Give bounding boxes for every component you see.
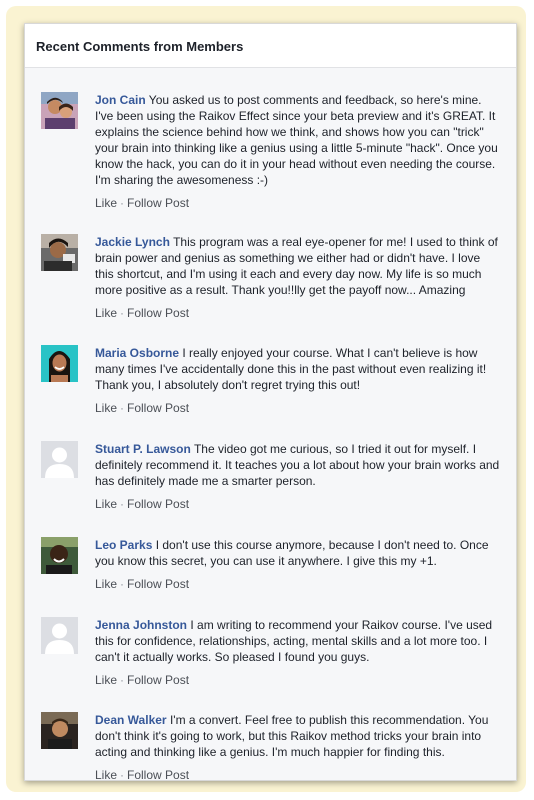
follow-post-link[interactable]: Follow Post bbox=[127, 401, 189, 415]
user-photo-icon bbox=[41, 537, 78, 574]
follow-post-link[interactable]: Follow Post bbox=[127, 768, 189, 780]
like-link[interactable]: Like bbox=[95, 497, 117, 511]
avatar[interactable] bbox=[41, 712, 78, 749]
comment-item: Jackie Lynch This program was a real eye… bbox=[25, 234, 516, 321]
follow-post-link[interactable]: Follow Post bbox=[127, 673, 189, 687]
comment-author[interactable]: Leo Parks bbox=[95, 538, 152, 552]
comment-actions: Like · Follow Post bbox=[95, 496, 500, 512]
action-separator: · bbox=[120, 768, 125, 781]
comment-author[interactable]: Stuart P. Lawson bbox=[95, 442, 191, 456]
user-photo-icon bbox=[41, 712, 78, 749]
comment-item: Leo Parks I don't use this course anymor… bbox=[25, 537, 516, 592]
avatar[interactable] bbox=[41, 537, 78, 574]
comment-item: Dean Walker I'm a convert. Feel free to … bbox=[25, 712, 516, 781]
avatar[interactable] bbox=[41, 441, 78, 478]
follow-post-link[interactable]: Follow Post bbox=[127, 577, 189, 591]
action-separator: · bbox=[120, 577, 125, 591]
avatar[interactable] bbox=[41, 92, 78, 129]
like-link[interactable]: Like bbox=[95, 577, 117, 591]
comment-text: You asked us to post comments and feedba… bbox=[95, 93, 498, 187]
comment-actions: Like · Follow Post bbox=[95, 767, 500, 781]
comment-item: Jon Cain You asked us to post comments a… bbox=[25, 92, 516, 211]
comments-panel: Recent Comments from Members Jon Cain Yo… bbox=[24, 23, 517, 781]
default-avatar-icon bbox=[41, 617, 78, 654]
action-separator: · bbox=[120, 673, 125, 687]
user-photo-icon bbox=[41, 234, 78, 271]
avatar[interactable] bbox=[41, 345, 78, 382]
like-link[interactable]: Like bbox=[95, 768, 117, 780]
user-photo-icon bbox=[41, 345, 78, 382]
comment-actions: Like · Follow Post bbox=[95, 672, 500, 688]
comment-actions: Like · Follow Post bbox=[95, 576, 500, 592]
avatar[interactable] bbox=[41, 617, 78, 654]
like-link[interactable]: Like bbox=[95, 306, 117, 320]
comment-actions: Like · Follow Post bbox=[95, 400, 500, 416]
follow-post-link[interactable]: Follow Post bbox=[127, 306, 189, 320]
comment-author[interactable]: Maria Osborne bbox=[95, 346, 179, 360]
comment-text: I don't use this course anymore, because… bbox=[95, 538, 489, 568]
comment-author[interactable]: Jackie Lynch bbox=[95, 235, 170, 249]
action-separator: · bbox=[120, 306, 125, 320]
comment-author[interactable]: Jon Cain bbox=[95, 93, 146, 107]
comment-item: Stuart P. Lawson The video got me curiou… bbox=[25, 441, 516, 512]
comment-actions: Like · Follow Post bbox=[95, 305, 500, 321]
comment-author[interactable]: Jenna Johnston bbox=[95, 618, 187, 632]
like-link[interactable]: Like bbox=[95, 401, 117, 415]
avatar[interactable] bbox=[41, 234, 78, 271]
user-photo-icon bbox=[41, 92, 78, 129]
outer-frame: Recent Comments from Members Jon Cain Yo… bbox=[6, 6, 526, 792]
action-separator: · bbox=[120, 497, 125, 511]
follow-post-link[interactable]: Follow Post bbox=[127, 196, 189, 210]
default-avatar-icon bbox=[41, 441, 78, 478]
action-separator: · bbox=[120, 196, 125, 210]
action-separator: · bbox=[120, 401, 125, 415]
comment-item: Jenna Johnston I am writing to recommend… bbox=[25, 617, 516, 688]
comment-item: Maria Osborne I really enjoyed your cour… bbox=[25, 345, 516, 416]
like-link[interactable]: Like bbox=[95, 673, 117, 687]
follow-post-link[interactable]: Follow Post bbox=[127, 497, 189, 511]
panel-title: Recent Comments from Members bbox=[25, 24, 516, 68]
comment-actions: Like · Follow Post bbox=[95, 195, 500, 211]
like-link[interactable]: Like bbox=[95, 196, 117, 210]
comment-author[interactable]: Dean Walker bbox=[95, 713, 167, 727]
